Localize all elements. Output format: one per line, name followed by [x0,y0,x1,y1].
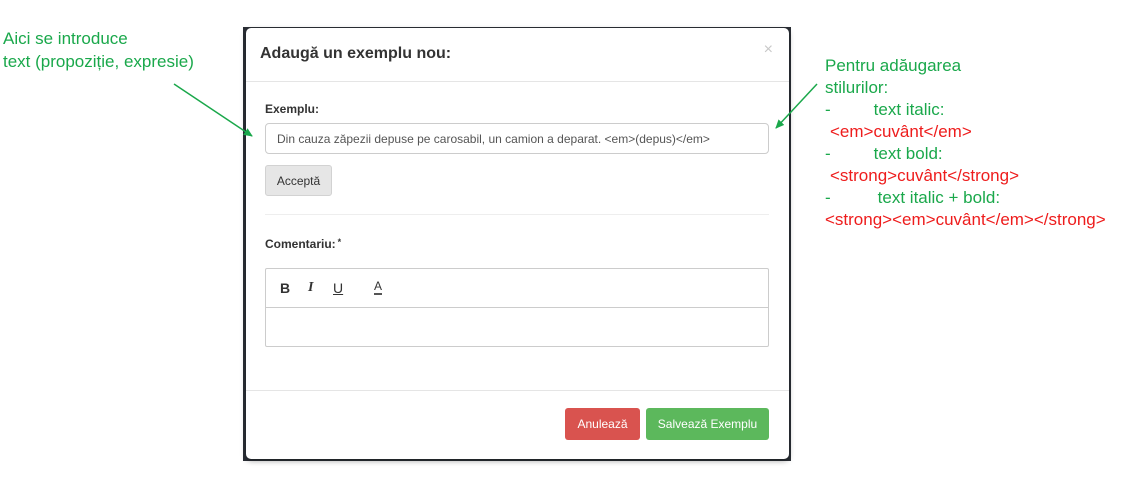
arrow-left-icon [173,83,253,137]
annotation-arrows [173,83,818,137]
arrow-right-icon [775,83,818,129]
